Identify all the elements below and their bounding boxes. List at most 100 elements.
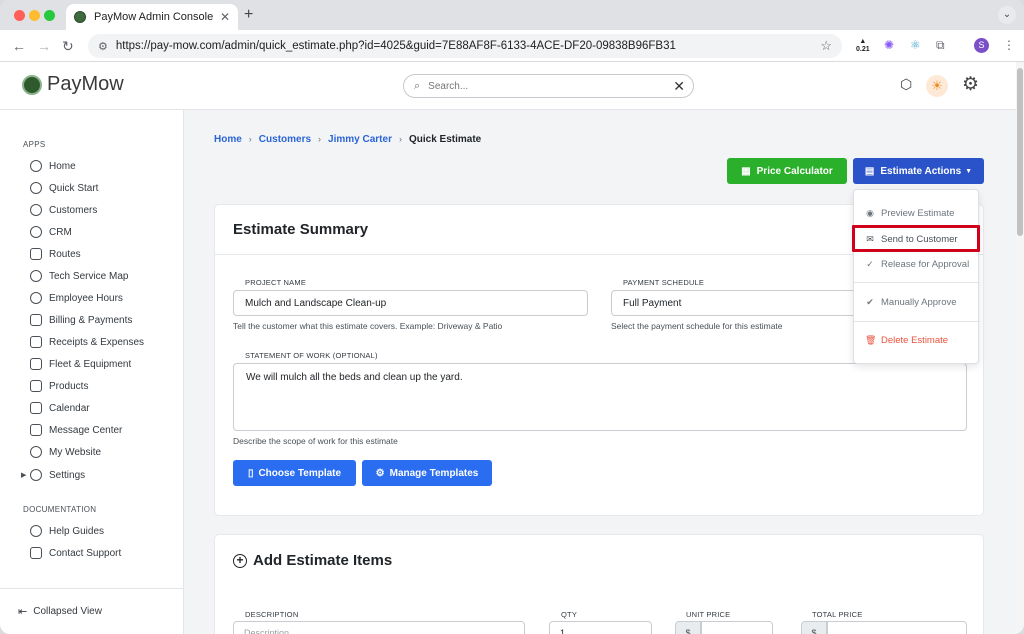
highlight-box — [852, 225, 980, 252]
estimate-actions-label: Estimate Actions — [880, 165, 962, 177]
react-extension-icon[interactable]: ⚛ — [910, 38, 921, 52]
plus-circle-icon[interactable]: + — [233, 553, 247, 568]
search-box[interactable]: ⌕ ✕ — [403, 74, 694, 98]
bookmark-star-icon[interactable]: ☆ — [820, 38, 832, 54]
sidebar-item-quick-start[interactable]: Quick Start — [30, 179, 98, 197]
sidebar-item-products[interactable]: Products — [30, 377, 88, 395]
paymow-logo-icon[interactable] — [22, 75, 42, 95]
sidebar-item-settings[interactable]: Settings — [30, 466, 85, 484]
project-name-input[interactable]: Mulch and Landscape Clean-up — [233, 290, 588, 316]
sidebar-item-fleet-equipment[interactable]: Fleet & Equipment — [30, 355, 131, 373]
sidebar-item-billing-payments[interactable]: Billing & Payments — [30, 311, 132, 329]
sidebar-item-help-guides[interactable]: Help Guides — [30, 522, 104, 540]
preview-estimate-menu-item[interactable]: ◉ Preview Estimate — [854, 202, 980, 224]
settings-gear-icon[interactable]: ⚙ — [962, 73, 979, 96]
browser-tab[interactable]: PayMow Admin Console ✕ — [66, 4, 238, 30]
site-info-icon[interactable]: ⚙ — [98, 40, 108, 53]
breadcrumb-customers[interactable]: Customers — [259, 134, 311, 145]
calculator-icon: ▦ — [741, 165, 751, 177]
logo-text[interactable]: PayMow — [47, 73, 124, 96]
manage-templates-button[interactable]: ⚙ Manage Templates — [362, 460, 492, 486]
manually-approve-menu-item[interactable]: ✔ Manually Approve — [854, 291, 980, 313]
choose-template-button[interactable]: ▯ Choose Template — [233, 460, 356, 486]
profile-avatar[interactable]: S — [974, 38, 989, 53]
codepen-icon[interactable]: ⬡ — [900, 76, 912, 93]
puzzle-extensions-icon[interactable]: ⧉ — [936, 38, 945, 53]
delete-estimate-menu-item[interactable]: 🗑 Delete Estimate — [854, 329, 980, 351]
collapse-view-button[interactable]: ⇤ Collapsed View — [18, 605, 102, 618]
gear-icon — [30, 469, 42, 481]
search-input[interactable] — [428, 80, 674, 92]
sidebar-item-customers[interactable]: Customers — [30, 201, 97, 219]
total-price-input[interactable] — [827, 621, 967, 634]
extension-badge-text: 0.21 — [856, 46, 870, 53]
apps-heading: APPS — [23, 140, 46, 149]
app-window: PayMow Admin Console ✕ + ⌄ ← → ↻ ⚙ https… — [0, 0, 1024, 634]
reload-icon[interactable]: ↻ — [62, 38, 74, 55]
app-header: PayMow ⌕ ✕ ⬡ ☀ ⚙ — [0, 62, 1016, 110]
sidebar-item-label: Fleet & Equipment — [49, 358, 132, 370]
manage-templates-label: Manage Templates — [389, 467, 479, 479]
browser-toolbar: ← → ↻ ⚙ https://pay-mow.com/admin/quick_… — [0, 30, 1024, 62]
dollar-icon — [30, 336, 42, 348]
sidebar-item-label: Products — [49, 380, 89, 392]
sidebar-item-label: CRM — [49, 226, 72, 238]
compass-icon — [30, 160, 42, 172]
sidebar-item-contact-support[interactable]: Contact Support — [30, 544, 121, 562]
sidebar-item-crm[interactable]: CRM — [30, 223, 72, 241]
estimate-actions-button[interactable]: ▤ Estimate Actions ▼ — [853, 158, 984, 184]
extension-badge[interactable]: ▲ 0.21 — [856, 38, 870, 54]
address-bar[interactable]: ⚙ https://pay-mow.com/admin/quick_estima… — [88, 34, 842, 58]
breadcrumb-home[interactable]: Home — [214, 134, 242, 145]
sidebar-item-label: Settings — [49, 469, 86, 481]
add-estimate-items-heading: + Add Estimate Items — [233, 552, 392, 569]
breadcrumb-separator-icon: › — [248, 134, 252, 144]
sidebar-item-calendar[interactable]: Calendar — [30, 399, 90, 417]
sidebar-item-receipts-expenses[interactable]: Receipts & Expenses — [30, 333, 144, 351]
sidebar-item-home[interactable]: Home — [30, 157, 76, 175]
sidebar-item-tech-service-map[interactable]: Tech Service Map — [30, 267, 128, 285]
close-window-button[interactable] — [14, 10, 25, 21]
description-column-label: DESCRIPTION — [245, 610, 299, 619]
theme-toggle-sun-icon[interactable]: ☀ — [926, 75, 948, 97]
tab-close-icon[interactable]: ✕ — [220, 10, 230, 24]
sidebar-item-my-website[interactable]: My Website — [30, 443, 101, 461]
extension-icon[interactable]: ✺ — [884, 38, 894, 52]
qty-input[interactable]: 1 — [549, 621, 652, 634]
kebab-menu-icon[interactable]: ⋮ — [1003, 38, 1015, 52]
statement-of-work-textarea[interactable]: We will mulch all the beds and clean up … — [233, 363, 967, 431]
price-calculator-button[interactable]: ▦ Price Calculator — [727, 158, 847, 184]
maximize-window-button[interactable] — [44, 10, 55, 21]
sidebar-item-label: Quick Start — [49, 182, 99, 194]
minimize-window-button[interactable] — [29, 10, 40, 21]
release-for-approval-menu-item[interactable]: ✓ Release for Approval — [854, 253, 980, 275]
sidebar-item-message-center[interactable]: Message Center — [30, 421, 122, 439]
project-name-label: PROJECT NAME — [245, 278, 307, 287]
sidebar-footer: ⇤ Collapsed View — [0, 588, 183, 634]
page-scrollbar[interactable] — [1016, 62, 1024, 634]
message-icon — [30, 424, 42, 436]
sidebar-item-label: Routes — [49, 248, 81, 260]
sidebar-item-label: Message Center — [49, 424, 123, 436]
description-input[interactable]: Description — [233, 621, 525, 634]
sidebar-item-routes[interactable]: Routes — [30, 245, 81, 263]
sidebar-item-label: Billing & Payments — [49, 314, 133, 326]
total-price-currency-prefix: $ — [801, 621, 827, 634]
sidebar-item-label: Employee Hours — [49, 292, 123, 304]
collapse-arrow-icon: ⇤ — [18, 606, 28, 618]
payment-schedule-label: PAYMENT SCHEDULE — [623, 278, 705, 287]
unit-price-input[interactable] — [701, 621, 773, 634]
scrollbar-thumb[interactable] — [1017, 68, 1023, 236]
breadcrumb-customer[interactable]: Jimmy Carter — [328, 134, 392, 145]
map-icon — [30, 248, 42, 260]
back-icon[interactable]: ← — [12, 38, 26, 54]
tab-menu-icon[interactable]: ⌄ — [998, 6, 1016, 24]
project-name-hint: Tell the customer what this estimate cov… — [233, 321, 503, 331]
sidebar-item-employee-hours[interactable]: Employee Hours — [30, 289, 123, 307]
forward-icon[interactable]: → — [37, 38, 51, 54]
expand-caret-icon[interactable]: ▶ — [21, 471, 26, 479]
clear-search-icon[interactable]: ✕ — [673, 78, 685, 95]
menu-item-label: Delete Estimate — [881, 334, 949, 346]
estimate-actions-dropdown: ◉ Preview Estimate ✉ Send to Customer ✓ Rel… — [853, 189, 980, 364]
new-tab-icon[interactable]: + — [244, 6, 253, 24]
